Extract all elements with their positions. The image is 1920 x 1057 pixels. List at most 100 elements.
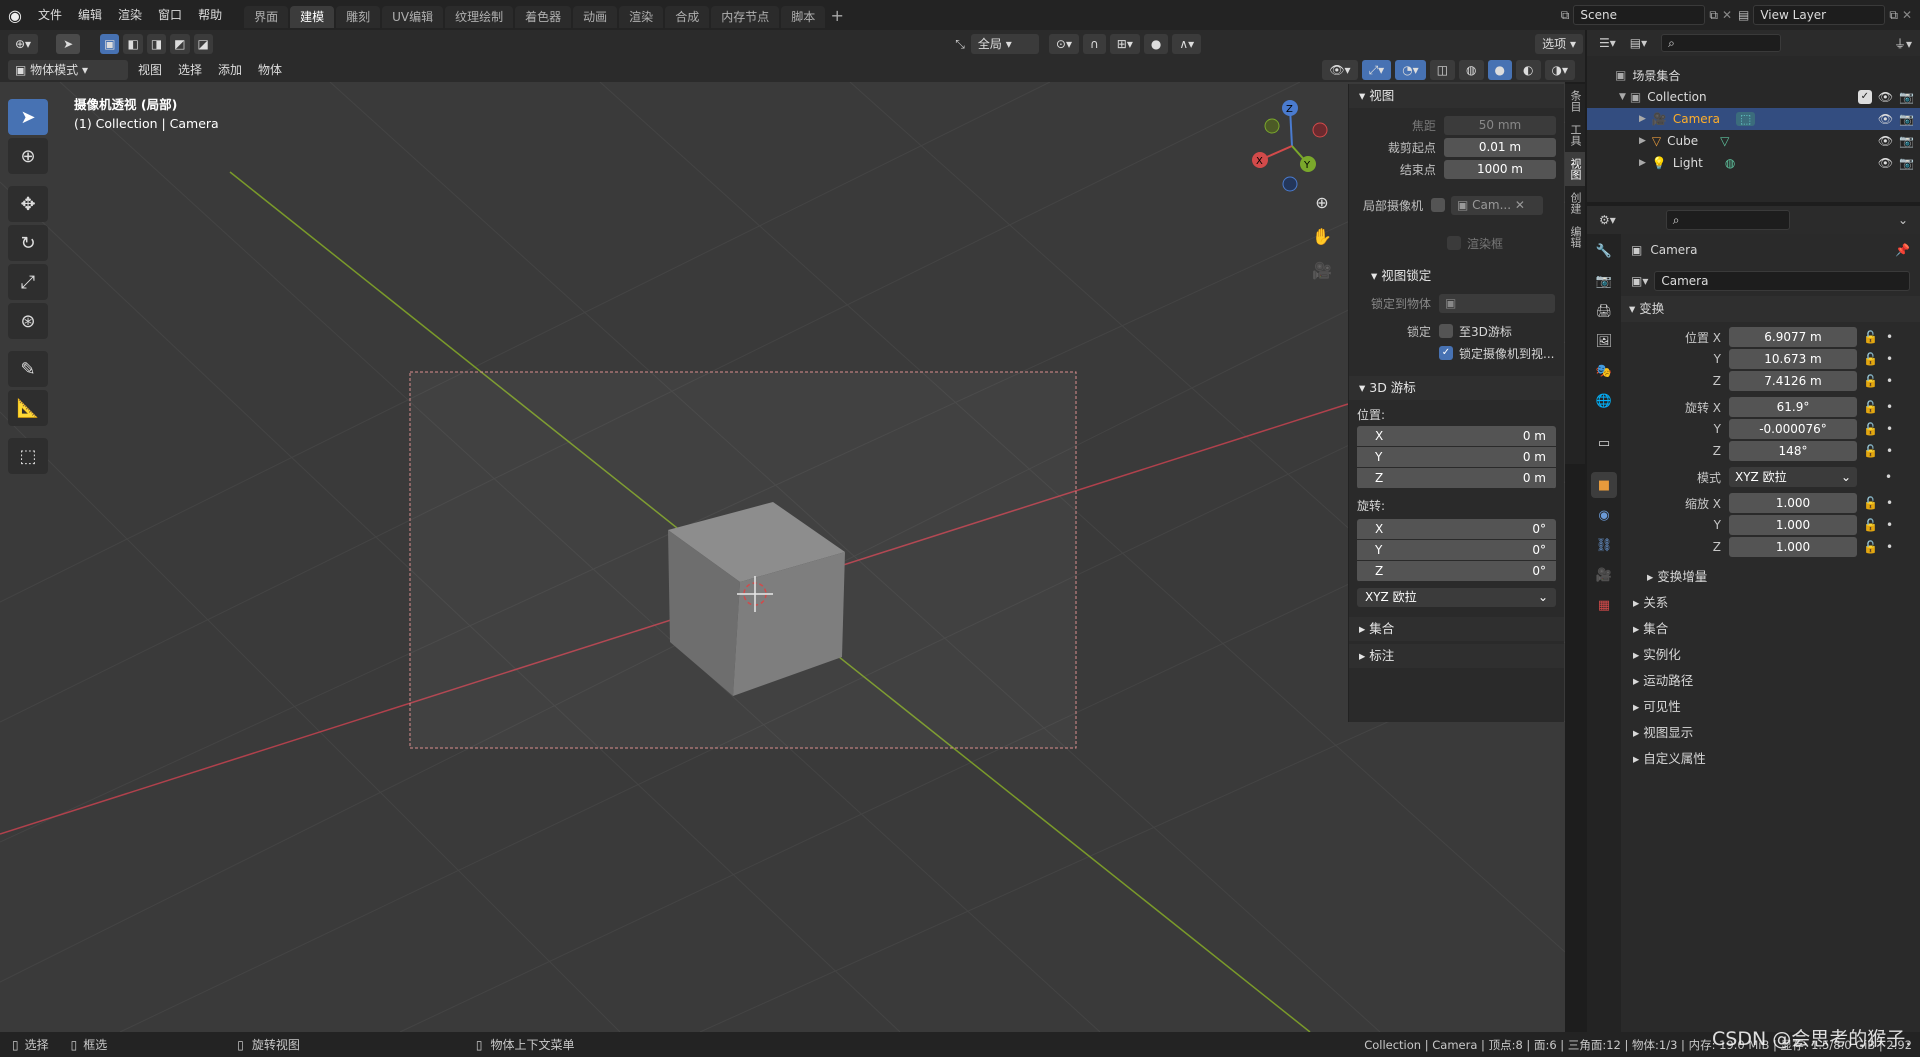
navigation-gizmo[interactable]: Z X Y: [1244, 96, 1344, 196]
collection-section-header[interactable]: ▸ 集合: [1349, 617, 1564, 641]
focal-length-field[interactable]: 50 mm: [1443, 115, 1556, 135]
outliner-scene-collection[interactable]: ▣ 场景集合: [1587, 64, 1920, 86]
keyframe-dot-icon[interactable]: •: [1886, 496, 1893, 510]
annotation-section-header[interactable]: ▸ 标注: [1349, 644, 1564, 668]
tab-compositing[interactable]: 合成: [665, 5, 710, 28]
camera-render-icon[interactable]: 📷: [1899, 156, 1914, 170]
scale-y-field[interactable]: 1.000: [1729, 515, 1857, 535]
collection-exclude-checkbox[interactable]: ✓: [1857, 90, 1872, 104]
snap-icon[interactable]: ∩: [1082, 34, 1106, 54]
tab-geometry-nodes[interactable]: 内存节点: [711, 5, 780, 28]
tab-scripting[interactable]: 脚本: [781, 5, 826, 28]
tab-rendering[interactable]: 渲染: [619, 5, 664, 28]
orientation-dropdown[interactable]: 全局 ▾: [970, 34, 1039, 54]
rotation-z-field[interactable]: 148°: [1729, 441, 1857, 461]
eye-icon[interactable]: 👁: [1878, 134, 1893, 148]
eye-icon[interactable]: 👁: [1878, 112, 1893, 126]
pan-hand-icon[interactable]: ✋: [1308, 220, 1336, 254]
transform-section-header[interactable]: ▾ 变换: [1621, 296, 1920, 322]
lock-camera-checkbox[interactable]: ✓: [1439, 346, 1453, 360]
tab-tool[interactable]: 工具: [1565, 118, 1585, 152]
rotation-y-field[interactable]: -0.000076°: [1729, 419, 1857, 439]
3d-viewport[interactable]: 摄像机透视 (局部) (1) Collection | Camera Z X Y…: [0, 82, 1565, 1032]
keyframe-dot-icon[interactable]: •: [1886, 422, 1893, 436]
view-layer-tab-icon[interactable]: 🖼: [1591, 328, 1617, 354]
lock-icon[interactable]: 🔓: [1863, 422, 1878, 436]
menu-add[interactable]: 添加: [210, 58, 250, 82]
menu-edit[interactable]: 编辑: [70, 0, 110, 30]
scene-icon[interactable]: ⧉: [1561, 8, 1570, 23]
output-tab-icon[interactable]: 🖨: [1591, 298, 1617, 324]
texture-tab-icon[interactable]: ▦: [1591, 592, 1617, 618]
visibility-section[interactable]: ▸ 可见性: [1621, 694, 1920, 720]
render-tab-icon[interactable]: 📷: [1591, 268, 1617, 294]
instancing-section[interactable]: ▸ 实例化: [1621, 642, 1920, 668]
location-y-field[interactable]: 10.673 m: [1729, 349, 1857, 369]
local-camera-field[interactable]: ▣ Cam... ✕: [1451, 195, 1543, 215]
properties-editor-icon[interactable]: ⚙▾: [1599, 213, 1616, 227]
menu-select[interactable]: 选择: [170, 58, 210, 82]
keyframe-dot-icon[interactable]: •: [1886, 518, 1893, 532]
measure-tool-icon[interactable]: 📐: [8, 390, 48, 426]
tab-shading[interactable]: 着色器: [515, 5, 572, 28]
mesh-data-icon[interactable]: ▽: [1720, 134, 1729, 148]
display-mode-icon[interactable]: ▤▾: [1630, 36, 1647, 50]
select-subtract-icon[interactable]: ◨: [146, 34, 167, 54]
camera-data-tab-icon[interactable]: 🎥: [1591, 562, 1617, 588]
camera-render-icon[interactable]: 📷: [1899, 112, 1914, 126]
keyframe-dot-icon[interactable]: •: [1886, 352, 1893, 366]
lock-icon[interactable]: 🔓: [1863, 496, 1878, 510]
new-view-layer-icon[interactable]: ⧉: [1889, 8, 1898, 23]
keyframe-dot-icon[interactable]: •: [1886, 400, 1893, 414]
gizmo-icon[interactable]: ⤢▾: [1361, 60, 1392, 80]
outliner-search-input[interactable]: ⌕: [1661, 34, 1782, 52]
rotation-x-field[interactable]: 61.9°: [1729, 397, 1857, 417]
keyframe-dot-icon[interactable]: •: [1885, 470, 1892, 484]
keyframe-dot-icon[interactable]: •: [1886, 330, 1893, 344]
menu-render[interactable]: 渲染: [110, 0, 150, 30]
visibility-icon[interactable]: 👁▾: [1322, 60, 1358, 80]
proportional-edit-icon[interactable]: ●: [1143, 34, 1169, 54]
editor-type-icon[interactable]: ⊕▾: [8, 34, 39, 54]
transform-orientation[interactable]: ⤡ 全局 ▾: [955, 34, 1041, 54]
cursor-location-z[interactable]: Z 0 m: [1357, 468, 1556, 489]
lock-icon[interactable]: 🔓: [1863, 444, 1878, 458]
select-extend-icon[interactable]: ◧: [123, 34, 143, 54]
delete-view-layer-icon[interactable]: ✕: [1902, 8, 1912, 22]
viewport-display-section[interactable]: ▸ 视图显示: [1621, 720, 1920, 746]
local-camera-checkbox[interactable]: [1431, 198, 1445, 212]
new-scene-icon[interactable]: ⧉: [1709, 8, 1718, 23]
tab-edit[interactable]: 编辑: [1565, 220, 1585, 254]
cursor-section-header[interactable]: ▾ 3D 游标: [1349, 376, 1564, 400]
pin-icon[interactable]: 📌: [1895, 243, 1910, 257]
physics-tab-icon[interactable]: ◉: [1591, 502, 1617, 528]
tab-animation[interactable]: 动画: [573, 5, 618, 28]
camera-render-icon[interactable]: 📷: [1899, 134, 1914, 148]
overlay-icon[interactable]: ◔▾: [1395, 60, 1426, 80]
tab-sculpting[interactable]: 雕刻: [336, 5, 381, 28]
options-dropdown[interactable]: 选项 ▾: [1535, 34, 1583, 54]
scale-x-field[interactable]: 1.000: [1729, 493, 1857, 513]
light-data-icon[interactable]: ◍: [1725, 156, 1735, 170]
expand-icon[interactable]: ▶: [1639, 158, 1646, 168]
add-workspace-icon[interactable]: +: [827, 6, 847, 25]
outliner-item-cube[interactable]: ▶ ▽ Cube ▽ 👁 📷: [1587, 130, 1920, 152]
menu-file[interactable]: 文件: [30, 0, 70, 30]
rotate-tool-icon[interactable]: ↻: [8, 225, 48, 261]
tab-item[interactable]: 条目: [1565, 84, 1585, 118]
camera-data-icon[interactable]: ⬚: [1735, 112, 1756, 126]
view-lock-header[interactable]: ▾ 视图锁定: [1349, 264, 1564, 288]
select-new-icon[interactable]: ▣: [100, 34, 120, 54]
select-box-tool-icon[interactable]: ➤: [8, 99, 48, 135]
world-tab-icon[interactable]: 🌐: [1591, 388, 1617, 414]
outliner-editor-icon[interactable]: ☰▾: [1599, 36, 1616, 50]
tab-view[interactable]: 视图: [1565, 152, 1585, 186]
wireframe-shading-icon[interactable]: ◍: [1459, 60, 1484, 80]
custom-properties-section[interactable]: ▸ 自定义属性: [1621, 746, 1920, 772]
menu-window[interactable]: 窗口: [150, 0, 190, 30]
outliner-item-light[interactable]: ▶ 💡 Light ◍ 👁 📷: [1587, 152, 1920, 174]
keyframe-dot-icon[interactable]: •: [1886, 374, 1893, 388]
pivot-point-icon[interactable]: ⊙▾: [1048, 34, 1079, 54]
collections-section[interactable]: ▸ 集合: [1621, 616, 1920, 642]
motion-paths-section[interactable]: ▸ 运动路径: [1621, 668, 1920, 694]
